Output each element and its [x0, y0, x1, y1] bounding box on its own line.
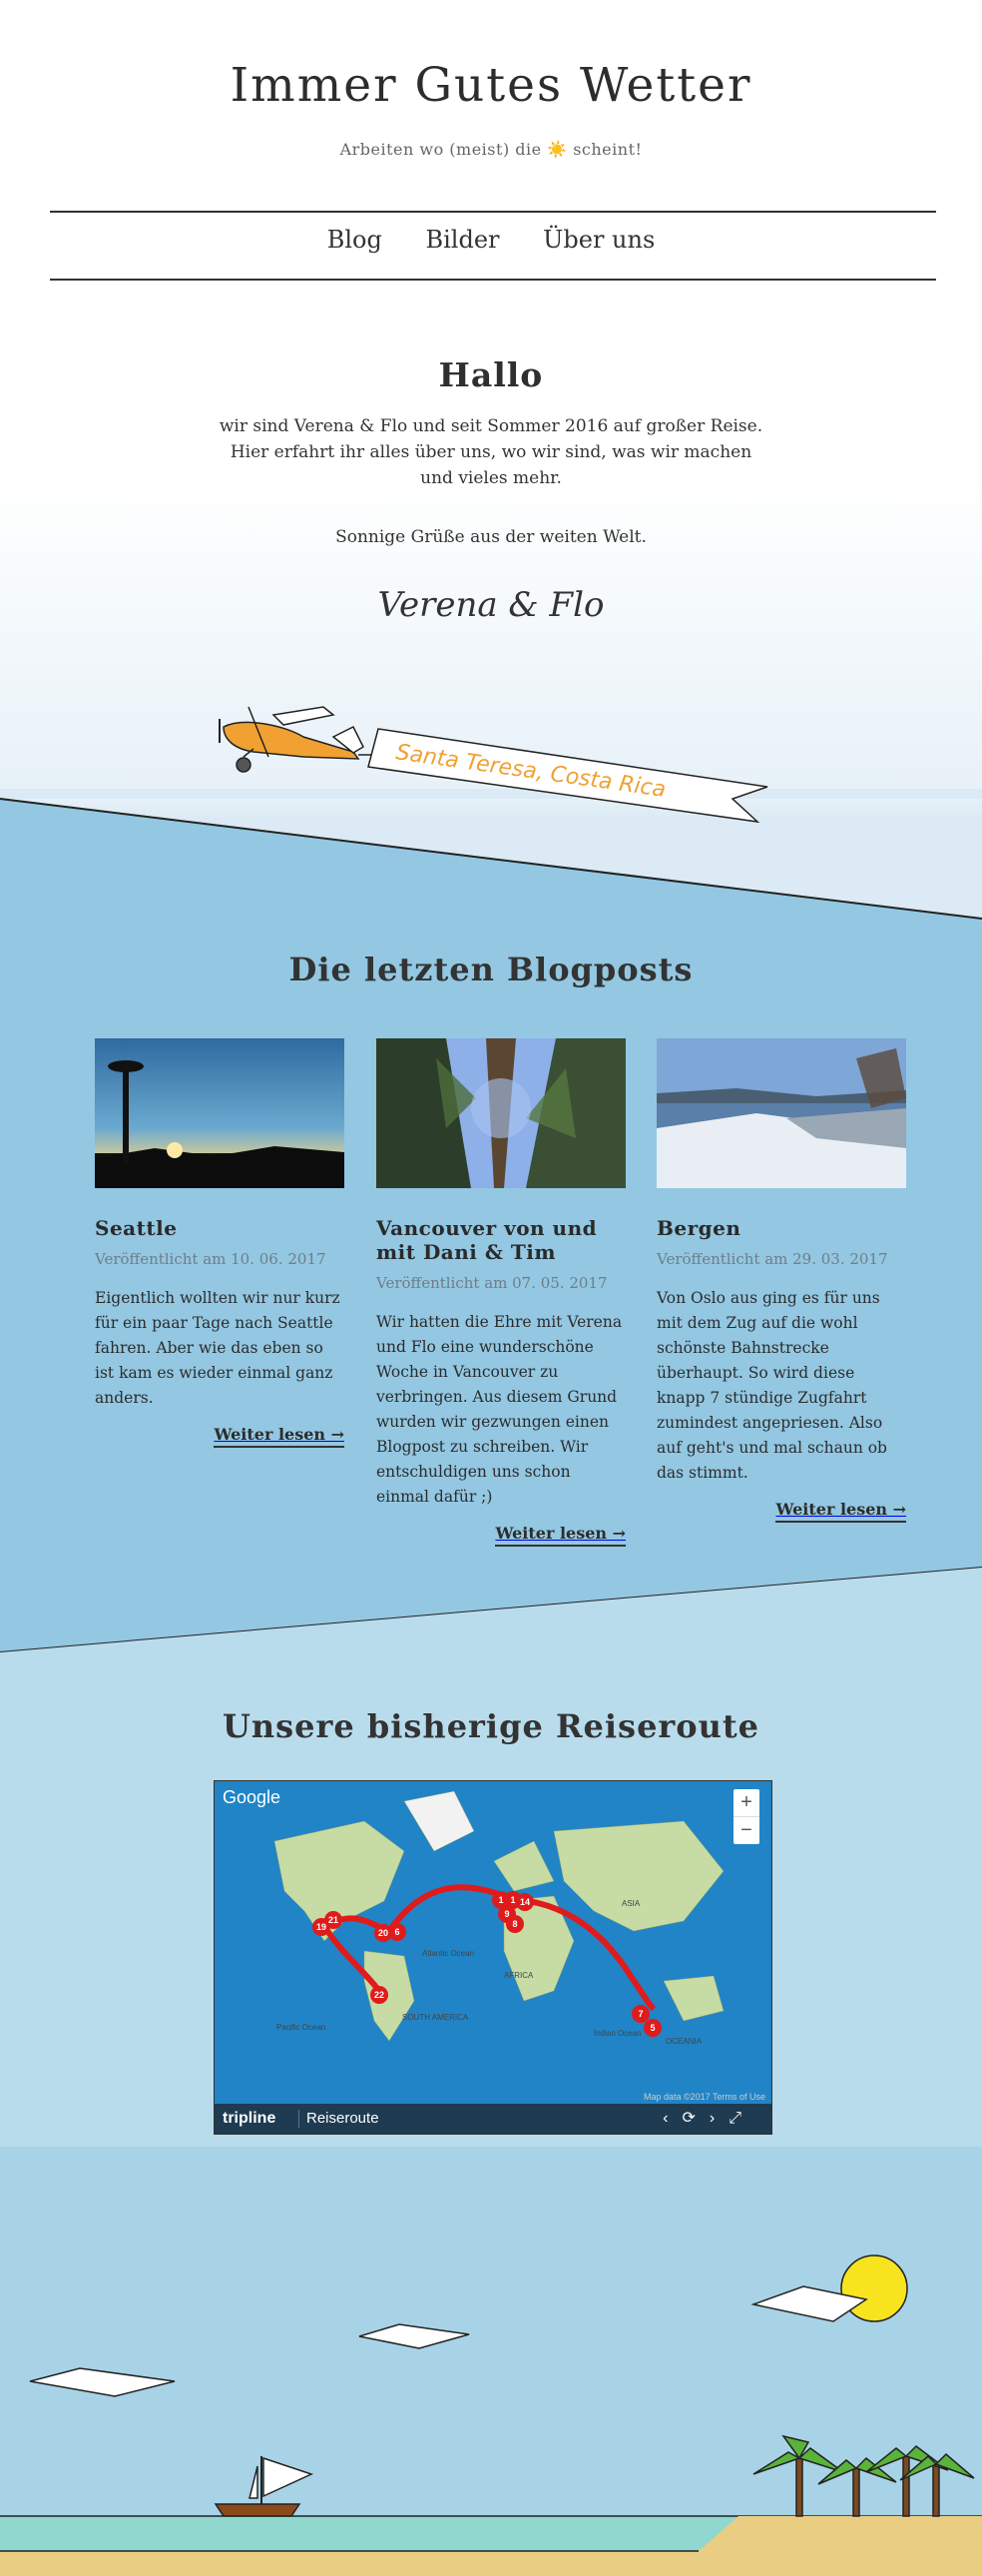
intro-title: Hallo	[438, 355, 544, 394]
nav-divider-bottom	[50, 279, 936, 281]
post-title[interactable]: Vancouver von und mit Dani & Tim	[376, 1216, 626, 1264]
map-title: Reiseroute	[306, 2110, 379, 2127]
post-date: Veröffentlicht am 07. 05. 2017	[376, 1274, 608, 1292]
europe	[493, 1840, 555, 1892]
post-excerpt: Wir hatten die Ehre mit Verena und Flo e…	[376, 1313, 623, 1506]
map-label: ASIA	[622, 1899, 641, 1908]
banner: Santa Teresa, Costa Rica	[367, 728, 768, 824]
plane-banner-illustration: Santa Teresa, Costa Rica	[219, 706, 768, 824]
site-tagline: Arbeiten wo (meist) die ☀️ scheint!	[0, 140, 982, 159]
airplane-icon	[219, 706, 378, 773]
route-marker[interactable]: 6	[388, 1923, 406, 1941]
map-footer-bar: tripline Reiseroute ‹⟳›⤢	[215, 2104, 771, 2134]
footer-separator	[298, 2110, 299, 2128]
fullscreen-icon[interactable]: ⤢	[729, 2110, 755, 2127]
chevron-left-icon[interactable]: ‹	[663, 2110, 682, 2127]
sun-emoji-icon: ☀️	[547, 140, 568, 159]
blog-post-card: Vancouver von und mit Dani & Tim Veröffe…	[376, 1038, 626, 1547]
read-more-label: Weiter lesen →	[214, 1425, 344, 1448]
post-image-bergen[interactable]	[657, 1038, 906, 1188]
map-label: SOUTH AMERICA	[402, 2013, 469, 2022]
site-title[interactable]: Immer Gutes Wetter	[0, 58, 982, 113]
blog-post-card: Bergen Veröffentlicht am 29. 03. 2017 Vo…	[657, 1038, 906, 1523]
post-title[interactable]: Bergen	[657, 1216, 906, 1240]
blog-post-card: Seattle Veröffentlicht am 10. 06. 2017 E…	[95, 1038, 344, 1448]
post-excerpt: Eigentlich wollten wir nur kurz für ein …	[95, 1289, 340, 1407]
read-more-label: Weiter lesen →	[495, 1524, 626, 1547]
post-image-seattle[interactable]	[95, 1038, 344, 1188]
nav-item-bilder[interactable]: Bilder	[425, 226, 499, 254]
intro-signature: Verena & Flo	[377, 585, 605, 625]
post-title[interactable]: Seattle	[95, 1216, 344, 1240]
map-label: Atlantic Ocean	[422, 1949, 475, 1958]
map-label: Indian Ocean	[594, 2029, 642, 2038]
post-image-vancouver[interactable]	[376, 1038, 626, 1188]
world-map[interactable]	[215, 1781, 771, 2134]
nav-divider-top	[50, 211, 936, 213]
nav-item-ueber-uns[interactable]: Über uns	[543, 226, 655, 254]
route-marker[interactable]: 14	[516, 1893, 534, 1911]
intro-greeting: Sonnige Grüße aus der weiten Welt.	[335, 527, 647, 547]
read-more-link[interactable]: Weiter lesen →	[95, 1425, 344, 1448]
nav-item-blog[interactable]: Blog	[327, 226, 382, 254]
post-date: Veröffentlicht am 10. 06. 2017	[95, 1250, 326, 1268]
sun-icon	[840, 2254, 908, 2322]
route-map[interactable]: Google + − ASIA AFRICA SOUTH AMERICA OCE…	[214, 1780, 772, 2135]
map-controls: ‹⟳›⤢	[663, 2108, 755, 2128]
zoom-out-button[interactable]: −	[734, 1816, 759, 1844]
route-marker[interactable]: 21	[324, 1911, 342, 1929]
tagline-text-end: scheint!	[573, 140, 643, 159]
asia	[553, 1820, 725, 1932]
map-label: Pacific Ocean	[276, 2023, 326, 2032]
post-date: Veröffentlicht am 29. 03. 2017	[657, 1250, 888, 1268]
chevron-right-icon[interactable]: ›	[710, 2110, 729, 2127]
blog-section-title: Die letzten Blogposts	[288, 951, 694, 988]
read-more-label: Weiter lesen →	[775, 1500, 906, 1523]
read-more-link[interactable]: Weiter lesen →	[657, 1500, 906, 1523]
intro-text: wir sind Verena & Flo und seit Sommer 20…	[219, 416, 763, 488]
route-marker[interactable]: 5	[644, 2019, 662, 2037]
greenland	[403, 1790, 475, 1852]
post-excerpt: Von Oslo aus ging es für uns mit dem Zug…	[657, 1289, 887, 1482]
zoom-controls: + −	[734, 1789, 759, 1844]
google-logo: Google	[223, 1787, 281, 1807]
route-marker[interactable]: 8	[506, 1915, 524, 1933]
route-marker[interactable]: 22	[370, 1986, 388, 2004]
main-nav: Blog Bilder Über uns	[0, 226, 982, 254]
tagline-text-start: Arbeiten wo (meist) die	[339, 140, 542, 159]
read-more-link[interactable]: Weiter lesen →	[376, 1524, 626, 1547]
zoom-in-button[interactable]: +	[734, 1789, 759, 1816]
refresh-icon[interactable]: ⟳	[682, 2110, 709, 2127]
map-label: AFRICA	[504, 1971, 534, 1980]
map-label: OCEANIA	[666, 2037, 703, 2046]
map-attribution[interactable]: Map data ©2017 Terms of Use	[644, 2092, 765, 2102]
tripline-logo[interactable]: tripline	[223, 2110, 275, 2128]
route-section-title: Unsere bisherige Reiseroute	[222, 1707, 760, 1745]
australia	[663, 1975, 725, 2022]
